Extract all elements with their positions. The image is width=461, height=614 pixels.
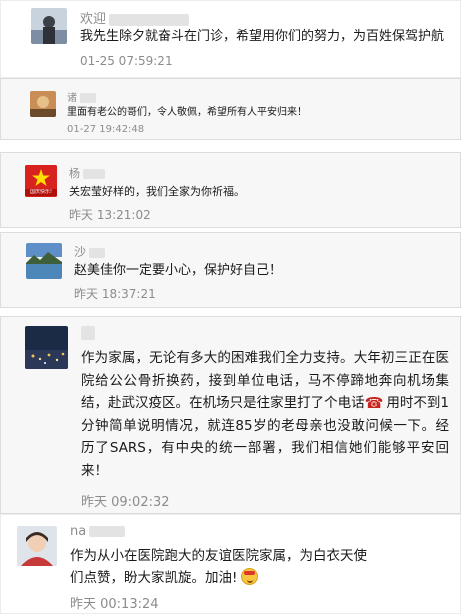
comment-time: 01-27 19:42:48 [67,124,145,135]
phone-icon: ☎ [364,394,384,412]
comment-text: 作为家属，无论有多大的困难我们全力支持。大年初三正在医院给公公骨折换药，接到单位… [81,347,449,482]
user-avatar[interactable] [25,326,68,369]
comment-time: 昨天 18:37:21 [74,287,156,301]
comment-card: 诸 里面有老公的哥们，令人敬佩，希望所有人平安归来！ 01-27 19:42:4… [0,78,461,140]
redacted-name [81,325,95,340]
commenter-name: 沙 [74,243,106,260]
redacted-name [89,526,126,537]
comment-text: 里面有老公的哥们，令人敬佩，希望所有人平安归来！ [67,107,307,118]
comment-card: 欢迎 我先生除夕就奋斗在门诊，希望用你们的努力，为百姓保驾护航 01-25 07… [0,0,461,78]
user-avatar[interactable] [26,243,62,279]
comment-text-body: 作为从小在医院跑大的友谊医院家属，为白衣天使们点赞，盼大家凯旋。加油! [70,548,367,586]
redacted-name [109,13,190,26]
comment-text: 关宏莹好样的，我们全家为你祈福。 [69,185,245,198]
redacted-name [80,93,96,103]
commenter-name: 诸 [67,89,96,104]
commenter-name: 杨 [69,165,105,181]
comment-text: 作为从小在医院跑大的友谊医院家属，为白衣天使们点赞，盼大家凯旋。加油! [70,545,370,589]
comment-time: 01-25 07:59:21 [80,54,173,68]
comment-text: 我先生除夕就奋斗在门诊，希望用你们的努力，为百姓保驾护航 [80,29,445,44]
comment-time: 昨天 00:13:24 [70,597,159,612]
redacted-name [89,247,106,258]
commenter-name: na [70,524,126,539]
comment-card: 沙 赵美佳你一定要小心，保护好自己！ 昨天 18:37:21 [0,232,461,308]
comment-card: na 作为从小在医院跑大的友谊医院家属，为白衣天使们点赞，盼大家凯旋。加油! 昨… [0,514,461,614]
user-avatar[interactable] [17,526,57,566]
user-avatar[interactable] [30,91,56,117]
avatar-badge: 国庆快乐! [25,189,57,196]
comment-text: 赵美佳你一定要小心，保护好自己！ [74,263,283,278]
comment-time: 昨天 13:21:02 [69,208,151,222]
commenter-name: 欢迎 [80,8,190,27]
comment-time: 昨天 09:02:32 [81,495,170,510]
user-avatar[interactable]: 国庆快乐! [25,165,57,197]
redacted-name [83,169,105,179]
commenter-name [81,325,95,340]
user-avatar[interactable] [31,8,67,44]
cheering-face-emoji-icon [241,568,259,585]
comment-card: 作为家属，无论有多大的困难我们全力支持。大年初三正在医院给公公骨折换药，接到单位… [0,316,461,514]
comment-card: 国庆快乐! 杨 关宏莹好样的，我们全家为你祈福。 昨天 13:21:02 [0,152,461,228]
